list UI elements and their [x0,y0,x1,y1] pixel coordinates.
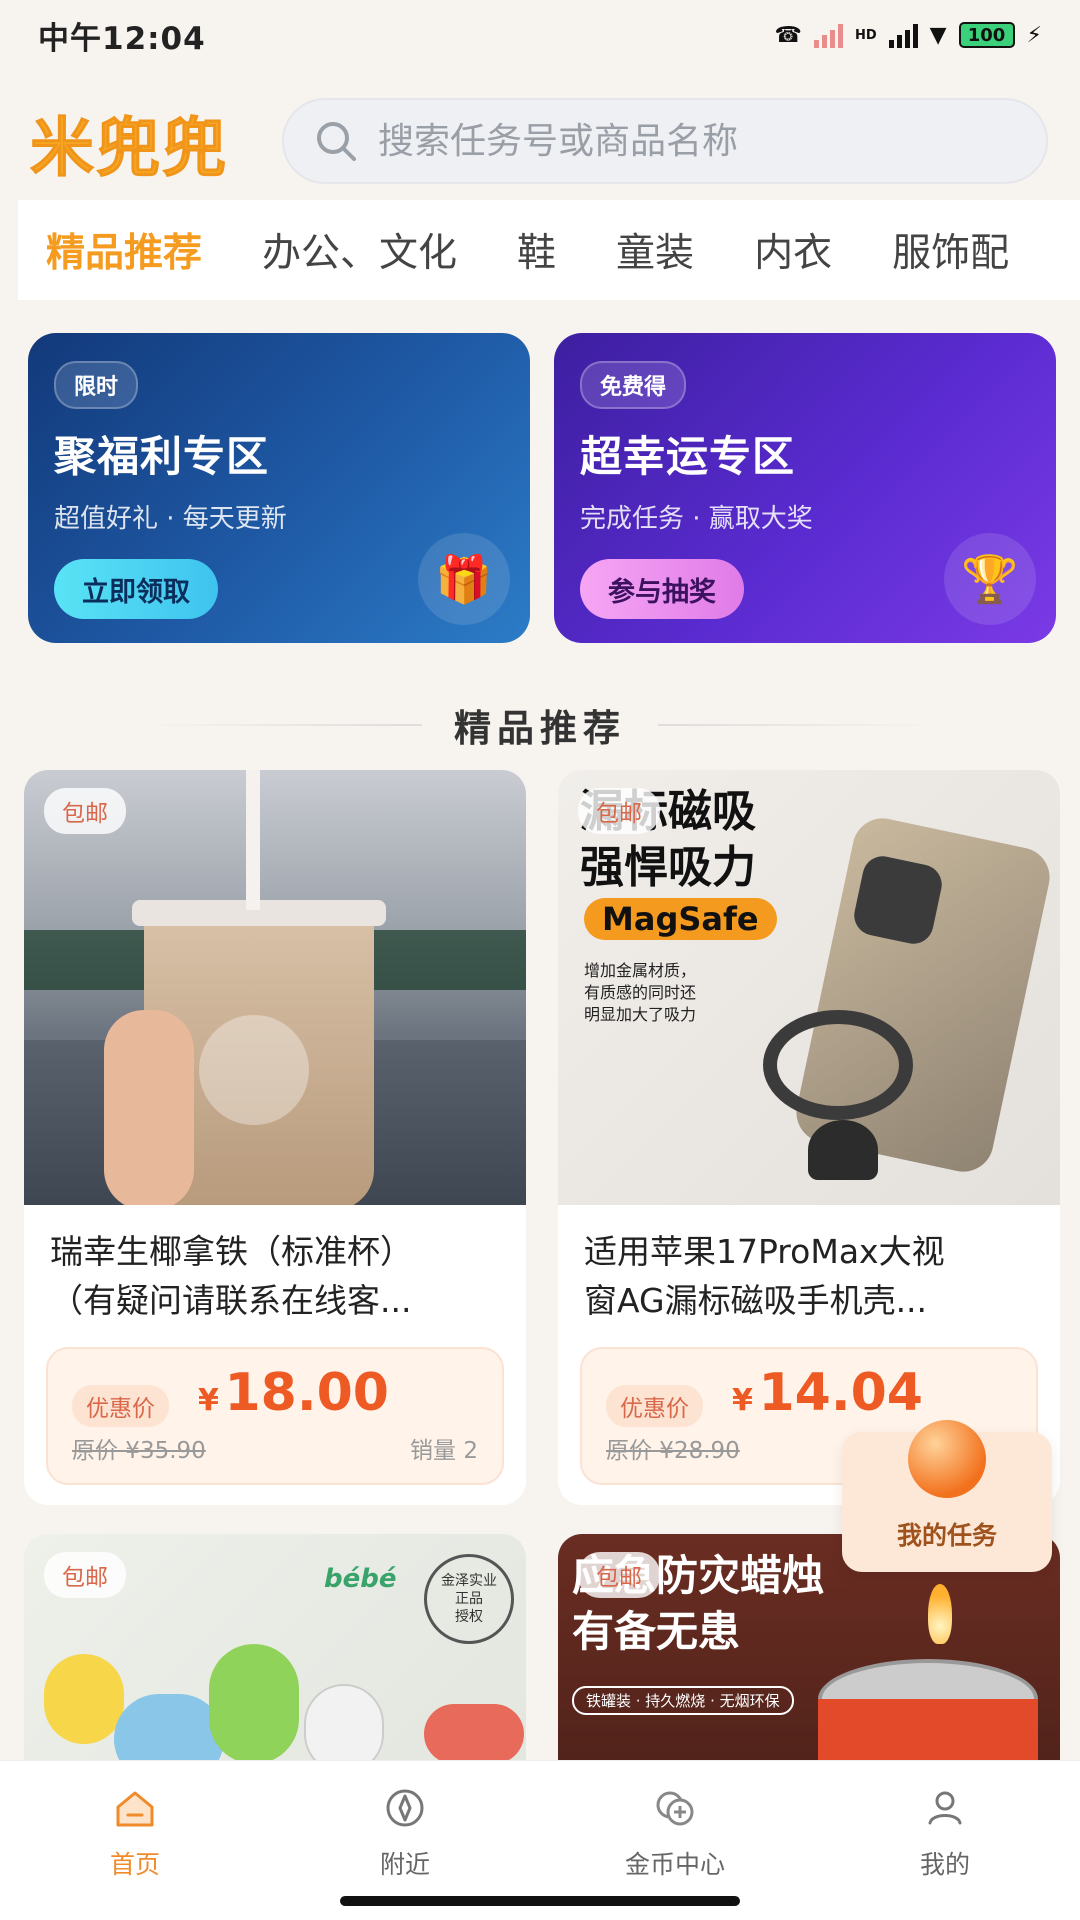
nav-home[interactable]: 首页 [0,1761,270,1920]
seal-text: 金泽实业 [441,1573,497,1589]
search-input[interactable] [378,120,998,162]
hd-badge: HD [854,27,877,43]
promo-badge: 限时 [54,361,139,409]
tab-featured[interactable]: 精品推荐 [46,212,202,288]
image-text: 有备无患 [572,1607,741,1656]
promo-subtitle: 超值好礼 · 每天更新 [54,504,287,534]
free-shipping-badge: 包邮 [44,1552,126,1598]
my-tasks-label: 我的任务 [896,1521,997,1550]
divider [142,724,422,726]
promo-badge: 免费得 [580,361,687,409]
free-shipping-badge: 包邮 [578,1552,660,1598]
compass-icon [386,1789,424,1827]
seal-text: 正品 [455,1591,483,1607]
status-time: 中午12:04 [38,20,206,57]
section-title: 精品推荐 [454,707,626,750]
product-name: 适用苹果17ProMax大视 窗AG漏标磁吸手机壳... [558,1205,1060,1335]
home-indicator[interactable] [340,1896,740,1906]
product-name-line: （有疑问请联系在线客... [50,1281,412,1320]
nav-label: 金币中心 [624,1850,725,1879]
product-card[interactable]: 包邮 瑞幸生椰拿铁（标准杯） （有疑问请联系在线客... 优惠价 ¥ 18.00… [24,770,526,1505]
magsafe-label: MagSafe [584,898,777,940]
header: 米兜兜 [0,78,1080,208]
sales-count: 销量 2 [410,1438,478,1464]
original-price: 原价 ¥35.90 [72,1438,206,1464]
search-bar[interactable] [282,98,1048,184]
product-price: ¥ 18.00 [198,1363,389,1423]
image-text: 强悍吸力 [580,842,756,893]
price-value: 14.04 [758,1363,923,1423]
search-icon [317,122,356,161]
nav-label: 附近 [379,1850,430,1879]
home-icon [116,1791,154,1827]
original-price: 原价 ¥28.90 [606,1438,740,1464]
divider [658,724,938,726]
promo-title: 超幸运专区 [580,432,796,481]
currency-symbol: ¥ [732,1383,753,1418]
trophy-icon: 🏆 [944,533,1036,625]
price-box: 优惠价 ¥ 18.00 原价 ¥35.90 销量 2 [46,1347,504,1485]
status-icons: ☎ HD ▼ 100 ⚡ [775,22,1042,48]
tab-kidswear[interactable]: 童装 [616,212,694,288]
planet-icon [908,1420,986,1498]
seal-text: 授权 [455,1609,483,1625]
join-lottery-button[interactable]: 参与抽奖 [580,559,744,619]
tab-accessories[interactable]: 服饰配 [892,212,1009,288]
discount-tag: 优惠价 [606,1385,703,1427]
tab-office-culture[interactable]: 办公、文化 [262,212,457,288]
app-logo: 米兜兜 [30,112,228,185]
image-text: 有质感的同时还 [584,983,697,1002]
signal-icon-2 [888,22,918,48]
image-text: 铁罐装 · 持久燃烧 · 无烟环保 [572,1686,794,1715]
promo-card-welfare[interactable]: 限时 聚福利专区 超值好礼 · 每天更新 立即领取 🎁 [28,333,530,643]
wifi-icon: ▼ [929,22,947,48]
signal-icon [813,22,843,48]
product-price: ¥ 14.04 [732,1363,923,1423]
image-text: 增加金属材质， [584,961,697,980]
currency-symbol: ¥ [198,1383,219,1418]
promo-title: 聚福利专区 [54,432,270,481]
my-tasks-float-button[interactable]: 我的任务 [842,1420,1052,1572]
product-name-line: 瑞幸生椰拿铁（标准杯） [50,1232,413,1271]
nav-label: 我的 [919,1850,970,1879]
claim-now-button[interactable]: 立即领取 [54,559,218,619]
image-text: 明显加大了吸力 [584,1005,697,1024]
price-value: 18.00 [224,1363,389,1423]
product-image-phone-case[interactable]: 漏标磁吸 强悍吸力 MagSafe 增加金属材质， 有质感的同时还 明显加大了吸… [558,770,1060,1205]
nav-label: 首页 [109,1850,160,1879]
product-name: 瑞幸生椰拿铁（标准杯） （有疑问请联系在线客... [24,1205,526,1335]
product-name-line: 窗AG漏标磁吸手机壳... [584,1281,928,1320]
free-shipping-badge: 包邮 [44,788,126,834]
product-name-line: 适用苹果17ProMax大视 [584,1232,945,1271]
promo-subtitle: 完成任务 · 赢取大奖 [580,504,813,534]
product-image-coffee[interactable]: 包邮 [24,770,526,1205]
status-bar: 中午12:04 ☎ HD ▼ 100 ⚡ [0,0,1080,70]
discount-tag: 优惠价 [72,1385,169,1427]
tab-shoes[interactable]: 鞋 [517,212,556,288]
gift-icon: 🎁 [418,533,510,625]
category-tabs: 精品推荐 办公、文化 鞋 童装 内衣 服饰配 [18,200,1080,300]
battery-icon: 100 [958,22,1015,48]
user-icon [928,1791,962,1825]
promo-card-lucky[interactable]: 免费得 超幸运专区 完成任务 · 赢取大奖 参与抽奖 🏆 [554,333,1056,643]
brand-text: bébé [324,1564,397,1594]
tab-underwear[interactable]: 内衣 [754,212,832,288]
free-shipping-badge: 包邮 [578,788,660,834]
product-card[interactable]: 漏标磁吸 强悍吸力 MagSafe 增加金属材质， 有质感的同时还 明显加大了吸… [558,770,1060,1505]
nav-mine[interactable]: 我的 [810,1761,1080,1920]
charging-icon: ⚡ [1026,22,1042,48]
coins-icon [656,1791,694,1826]
section-header: 精品推荐 [0,700,1080,750]
call-missed-icon: ☎ [774,22,802,48]
